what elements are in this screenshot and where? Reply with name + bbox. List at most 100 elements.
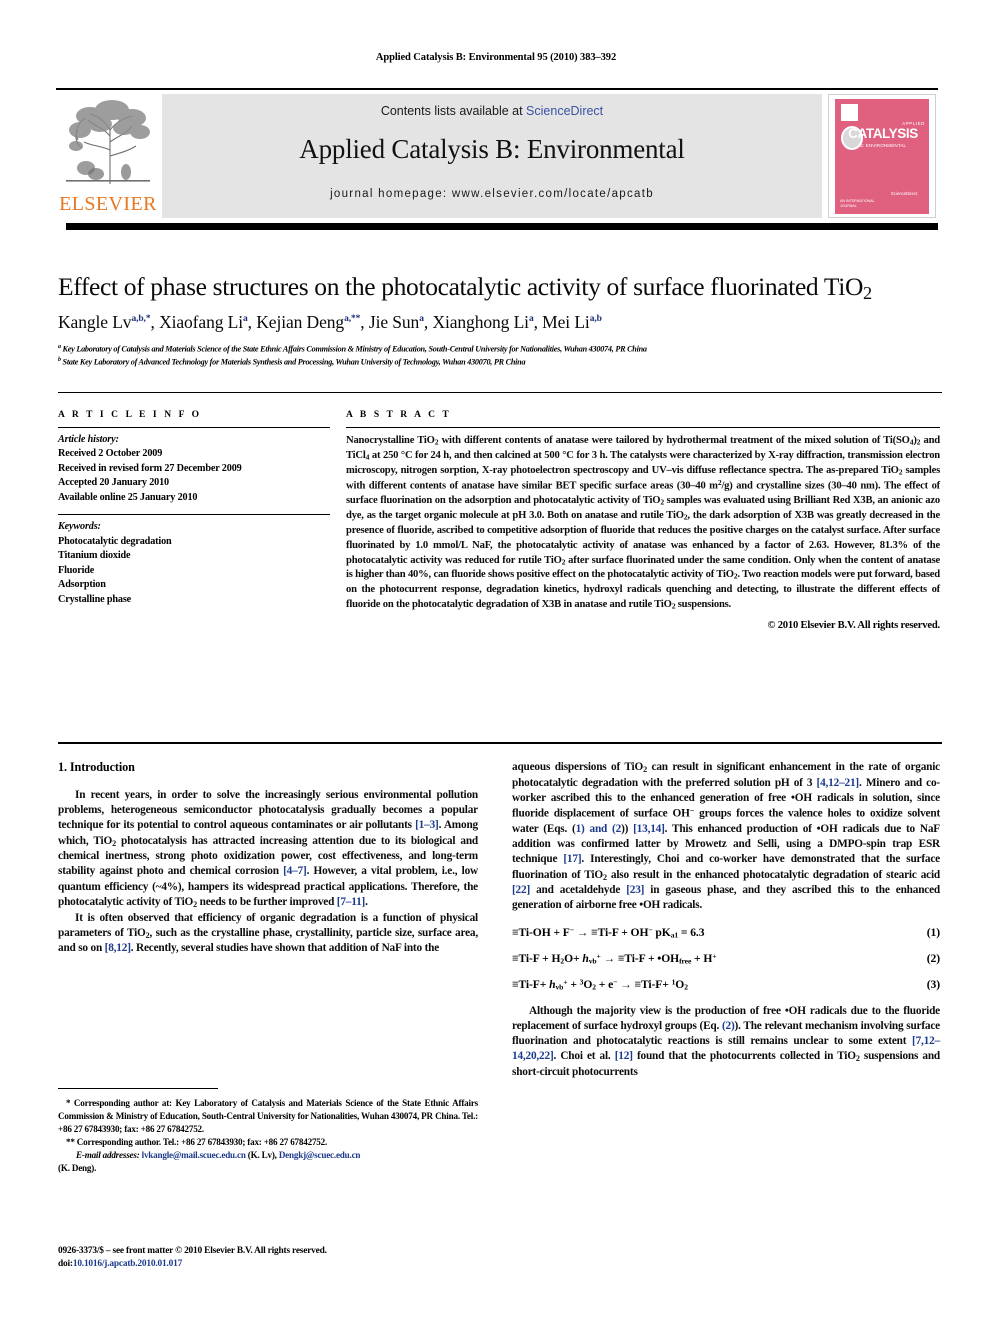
sciencedirect-link[interactable]: ScienceDirect [526, 104, 603, 118]
email-label: E-mail addresses: [76, 1150, 140, 1161]
author-marks: a [528, 314, 534, 325]
equation-number: (1) [926, 925, 940, 939]
affiliation-mark: b [58, 357, 61, 364]
abstract-copyright: © 2010 Elsevier B.V. All rights reserved… [767, 619, 941, 631]
cover-footer: AN INTERNATIONAL JOURNAL [840, 199, 875, 208]
keyword-0: Photocatalytic degradation [58, 535, 172, 547]
keyword-4: Crystalline phase [58, 593, 132, 605]
abstract-text: Nanocrystalline TiO2 with different cont… [346, 435, 941, 611]
affiliation-text: State Key Laboratory of Advanced Technol… [62, 358, 526, 368]
author-1: Xiaofang Lia [159, 312, 248, 332]
journal-cover-thumbnail[interactable]: APPLIED CATALYSIS B: ENVIRONMENTAL AN IN… [828, 94, 936, 218]
footnote-emails: E-mail addresses: lvkangle@mail.scuec.ed… [58, 1149, 478, 1162]
paragraph: aqueous dispersions of TiO2 can result i… [512, 761, 940, 912]
journal-homepage[interactable]: journal homepage: www.elsevier.com/locat… [162, 188, 822, 200]
elsevier-logo: ELSEVIER [56, 94, 160, 220]
footnote-email-owner-2: (K. Deng). [58, 1163, 97, 1174]
doi-line: doi:10.1016/j.apcatb.2010.01.017 [58, 1258, 478, 1271]
author-0: Kangle Lva,b,* [58, 312, 151, 332]
abstract-bottom-rule [58, 742, 942, 744]
article-title-subscript: 2 [863, 283, 872, 304]
issn-copyright-block: 0926-3373/$ – see front matter © 2010 El… [58, 1245, 478, 1272]
footnote-corresponding-2: ** Corresponding author. Tel.: +86 27 67… [66, 1137, 328, 1148]
cover-publisher-mark [841, 104, 858, 121]
article-history: Article history: Received 2 October 2009… [58, 433, 330, 505]
author-list: Kangle Lva,b,*, Xiaofang Lia, Kejian Den… [58, 312, 602, 332]
history-item-0: Received 2 October 2009 [58, 448, 163, 460]
cover-sciencedirect-logo: ScienceDirect [890, 191, 918, 196]
keyword-2: Fluoride [58, 564, 95, 576]
history-item-3: Available online 25 January 2010 [58, 491, 198, 503]
footnote-divider [58, 1088, 218, 1089]
section-heading-introduction: 1. Introduction [58, 760, 135, 774]
abstract-heading: A B S T R A C T [346, 410, 452, 420]
author-name: Xiaofang Li [159, 312, 244, 332]
author-name: Kejian Deng [256, 312, 345, 332]
doi-label: doi: [58, 1259, 73, 1270]
article-title-text: Effect of phase structures on the photoc… [58, 272, 864, 301]
doi-link[interactable]: 10.1016/j.apcatb.2010.01.017 [73, 1259, 182, 1269]
keyword-3: Adsorption [58, 579, 106, 591]
affiliation-b: b State Key Laboratory of Advanced Techn… [58, 356, 943, 369]
author-name: Mei Li [542, 312, 590, 332]
journal-masthead: ELSEVIER Contents lists available at Sci… [56, 88, 938, 220]
email-owner-1: (K. Lv), [247, 1150, 277, 1161]
keywords-rule [58, 514, 330, 516]
email-link-2[interactable]: Dengkj@scuec.edu.cn [279, 1150, 361, 1160]
footnotes-block: * Corresponding author at: Key Laborator… [58, 1097, 478, 1176]
history-item-2: Accepted 20 January 2010 [58, 477, 169, 489]
footnote-corresponding-1: * Corresponding author at: Key Laborator… [58, 1098, 478, 1135]
keyword-1: Titanium dioxide [58, 550, 131, 562]
affiliation-a: a Key Laboratory of Catalysis and Materi… [58, 343, 943, 356]
history-item-1: Received in revised form 27 December 200… [58, 462, 242, 474]
running-head: Applied Catalysis B: Environmental 95 (2… [375, 52, 617, 63]
equation-body: ≡Ti-F + H2O+ hvb+ → ≡Ti-F + •OHfree + H+ [512, 951, 717, 966]
paragraph: Although the majority view is the produc… [512, 1004, 941, 1079]
keywords-block: Keywords: Photocatalytic degradation Tit… [58, 520, 330, 607]
paragraph: It is often observed that efficiency of … [58, 911, 479, 955]
contents-prefix: Contents lists available at [380, 104, 527, 118]
paper-page: Applied Catalysis B: Environmental 95 (2… [0, 0, 992, 1323]
author-name: Kangle Lv [58, 312, 132, 332]
affiliations: a Key Laboratory of Catalysis and Materi… [58, 343, 943, 370]
equation-1: ≡Ti-OH + F− → ≡Ti-F + OH− pKa1 = 6.3 (1) [512, 926, 940, 940]
article-info-rule [58, 427, 330, 428]
author-5: Mei Lia,b [542, 312, 602, 332]
header-divider [58, 392, 942, 394]
equation-2: ≡Ti-F + H2O+ hvb+ → ≡Ti-F + •OHfree + H+… [512, 952, 940, 966]
body-column-left: 1. Introduction In recent years, in orde… [58, 760, 478, 957]
issn-line: 0926-3373/$ – see front matter © 2010 El… [58, 1246, 327, 1256]
article-info-heading: A R T I C L E I N F O [58, 410, 202, 420]
paragraph: In recent years, in order to solve the i… [58, 789, 478, 909]
body-column-right: aqueous dispersions of TiO2 can result i… [512, 760, 940, 1080]
elsevier-tree-icon [66, 100, 150, 184]
affiliation-mark: a [58, 344, 61, 350]
author-marks: a [243, 314, 248, 325]
abstract-block: A B S T R A C T Nanocrystalline TiO2 wit… [346, 410, 940, 631]
masthead-black-rule [66, 223, 938, 230]
email-link-1[interactable]: lvkangle@mail.scuec.edu.cn [142, 1150, 246, 1160]
abstract-rule [346, 427, 940, 428]
equation-body: ≡Ti-OH + F− → ≡Ti-F + OH− pKa1 = 6.3 [512, 925, 705, 940]
elsevier-wordmark: ELSEVIER [59, 193, 157, 215]
page-title: Effect of phase structures on the photoc… [58, 272, 943, 304]
author-4: Xianghong Lia [432, 312, 533, 332]
author-marks: a,b,* [131, 314, 151, 325]
article-info-block: A R T I C L E I N F O Article history: R… [58, 410, 330, 607]
equation-body: ≡Ti-F+ hvb+ + 3O2 + e− → ≡Ti-F+ 1O2 [512, 977, 688, 992]
author-name: Jie Sun [368, 312, 420, 332]
article-history-label: Article history: [58, 434, 119, 445]
equation-number: (3) [926, 977, 940, 991]
affiliation-text: Key Laboratory of Catalysis and Material… [62, 344, 647, 354]
author-marks: a,** [344, 314, 361, 325]
cover-subtitle: B: ENVIRONMENTAL [859, 143, 907, 148]
author-2: Kejian Denga,** [256, 312, 360, 332]
journal-title: Applied Catalysis B: Environmental [299, 134, 685, 164]
cover-title: CATALYSIS [848, 126, 918, 141]
author-name: Xianghong Li [432, 312, 529, 332]
author-3: Jie Suna [369, 312, 424, 332]
equation-3: ≡Ti-F+ hvb+ + 3O2 + e− → ≡Ti-F+ 1O2 (3) [512, 978, 940, 992]
author-marks: a,b [589, 314, 602, 325]
journal-band: Contents lists available at ScienceDirec… [162, 94, 822, 218]
equation-number: (2) [926, 951, 940, 965]
